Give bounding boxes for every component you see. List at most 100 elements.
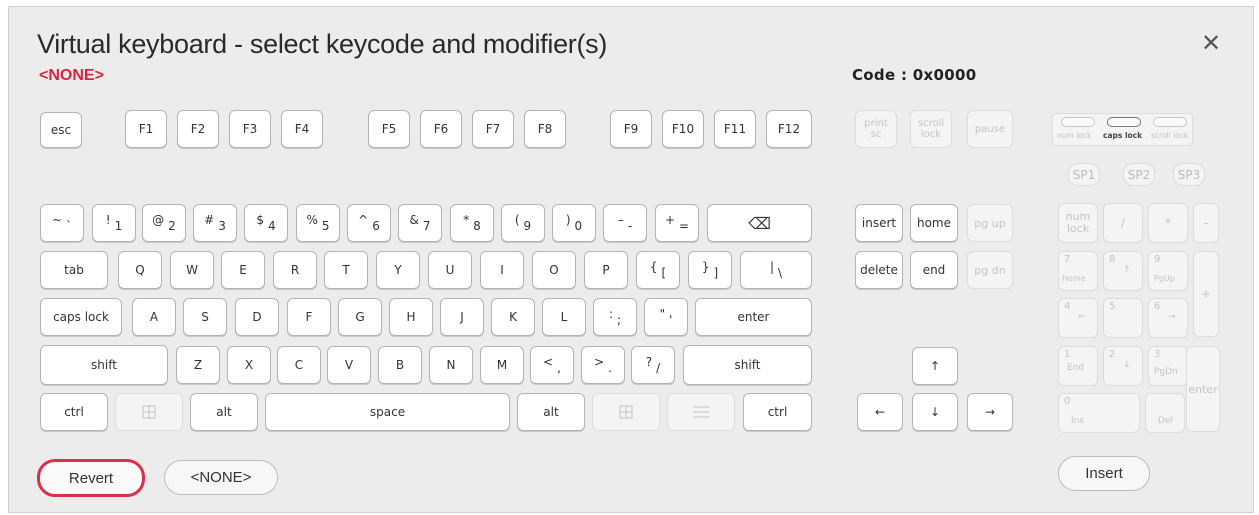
key-label: pg up: [974, 216, 1006, 230]
key-backtick[interactable]: ~ `: [40, 204, 84, 242]
key-z[interactable]: Z: [176, 346, 220, 384]
key-period[interactable]: >.: [581, 346, 625, 384]
key-left-alt[interactable]: alt: [190, 393, 258, 431]
key-h[interactable]: H: [389, 298, 433, 336]
key-home[interactable]: home: [910, 204, 958, 242]
key-c[interactable]: C: [277, 346, 321, 384]
key-semicolon[interactable]: :;: [593, 298, 637, 336]
key-x[interactable]: X: [227, 346, 271, 384]
key-f11[interactable]: F11: [714, 110, 756, 148]
key-p[interactable]: P: [584, 251, 628, 289]
key-tab[interactable]: tab: [40, 251, 108, 289]
key-left-shift[interactable]: shift: [40, 345, 168, 385]
key-right-bracket[interactable]: }]: [688, 251, 732, 289]
key-right-alt[interactable]: alt: [517, 393, 585, 431]
key-d[interactable]: D: [235, 298, 279, 336]
key-f6[interactable]: F6: [420, 110, 462, 148]
key-label: W: [186, 263, 198, 277]
key-g[interactable]: G: [338, 298, 382, 336]
key-backslash[interactable]: | \: [740, 251, 812, 289]
key-j[interactable]: J: [440, 298, 484, 336]
key-t[interactable]: T: [324, 251, 368, 289]
key-u[interactable]: U: [428, 251, 472, 289]
key-f12[interactable]: F12: [766, 110, 812, 148]
key-8[interactable]: * 8: [450, 204, 494, 242]
key-q[interactable]: Q: [118, 251, 162, 289]
key-o[interactable]: O: [532, 251, 576, 289]
key-label: F12: [777, 122, 801, 136]
key-7[interactable]: & 7: [398, 204, 442, 242]
key-caps-lock[interactable]: caps lock: [40, 298, 122, 336]
key-enter[interactable]: enter: [695, 298, 812, 336]
key-3[interactable]: #3: [193, 204, 237, 242]
key-5[interactable]: % 5: [296, 204, 340, 242]
key-num-3: 3 PgDn: [1148, 346, 1188, 386]
key-0[interactable]: ) 0: [552, 204, 596, 242]
key-insert[interactable]: insert: [855, 204, 903, 242]
close-icon[interactable]: ✕: [1201, 29, 1221, 57]
key-label: F11: [723, 122, 747, 136]
key-f5[interactable]: F5: [368, 110, 410, 148]
key-num-0: 0 Ins: [1058, 393, 1140, 433]
key-a[interactable]: A: [132, 298, 176, 336]
key-slash[interactable]: ? /: [631, 346, 675, 384]
key-w[interactable]: W: [170, 251, 214, 289]
key-n[interactable]: N: [429, 346, 473, 384]
key-b[interactable]: B: [378, 346, 422, 384]
revert-button[interactable]: Revert: [37, 459, 145, 497]
key-m[interactable]: M: [480, 346, 524, 384]
key-label: 0: [1064, 396, 1071, 407]
key-right-shift[interactable]: shift: [683, 345, 812, 385]
windows-icon: [142, 405, 156, 419]
insert-button[interactable]: Insert: [1058, 456, 1150, 491]
key-y[interactable]: Y: [376, 251, 420, 289]
key-f3[interactable]: F3: [229, 110, 271, 148]
key-quote[interactable]: " ': [644, 298, 688, 336]
key-f4[interactable]: F4: [281, 110, 323, 148]
key-right-ctrl[interactable]: ctrl: [743, 393, 812, 431]
key-comma[interactable]: <,: [530, 346, 574, 384]
key-esc[interactable]: esc: [40, 112, 82, 148]
key-s[interactable]: S: [183, 298, 227, 336]
keycode-readout: Code : 0x0000: [852, 66, 977, 84]
key-arrow-left[interactable]: ←: [857, 393, 903, 431]
key-shift-label: +: [664, 213, 675, 227]
key-left-bracket[interactable]: {[: [636, 251, 680, 289]
key-label: Q: [135, 263, 145, 277]
key-minus[interactable]: – -: [603, 204, 647, 242]
key-f1[interactable]: F1: [125, 110, 167, 148]
key-left-ctrl[interactable]: ctrl: [40, 393, 108, 431]
key-arrow-right[interactable]: →: [967, 393, 1013, 431]
key-f9[interactable]: F9: [610, 110, 652, 148]
key-k[interactable]: K: [491, 298, 535, 336]
key-arrow-down[interactable]: ↓: [912, 393, 958, 431]
key-v[interactable]: V: [327, 346, 371, 384]
key-4[interactable]: $4: [244, 204, 288, 242]
key-equal[interactable]: + =: [655, 204, 699, 242]
key-space[interactable]: space: [265, 393, 510, 431]
key-backspace[interactable]: ⌫: [707, 204, 812, 242]
key-arrow-up[interactable]: ↑: [912, 347, 958, 385]
key-l[interactable]: L: [542, 298, 586, 336]
key-f7[interactable]: F7: [472, 110, 514, 148]
key-2[interactable]: @2: [142, 204, 186, 242]
key-r[interactable]: R: [273, 251, 317, 289]
key-i[interactable]: I: [480, 251, 524, 289]
key-e[interactable]: E: [221, 251, 265, 289]
key-f8[interactable]: F8: [524, 110, 566, 148]
key-label: I: [500, 263, 504, 277]
key-1[interactable]: ! 1: [92, 204, 136, 242]
key-print-screen: print sc: [855, 110, 897, 148]
key-9[interactable]: (9: [501, 204, 545, 242]
key-label-bottom: lock: [1066, 222, 1090, 235]
key-f10[interactable]: F10: [662, 110, 704, 148]
key-end[interactable]: end: [910, 251, 958, 289]
key-label: F8: [537, 122, 553, 136]
key-f[interactable]: F: [287, 298, 331, 336]
key-base-label: 4: [268, 219, 276, 233]
none-button[interactable]: <NONE>: [164, 460, 278, 495]
key-delete[interactable]: delete: [855, 251, 903, 289]
dialog-title: Virtual keyboard - select keycode and mo…: [37, 29, 608, 59]
key-6[interactable]: ^ 6: [347, 204, 391, 242]
key-f2[interactable]: F2: [177, 110, 219, 148]
